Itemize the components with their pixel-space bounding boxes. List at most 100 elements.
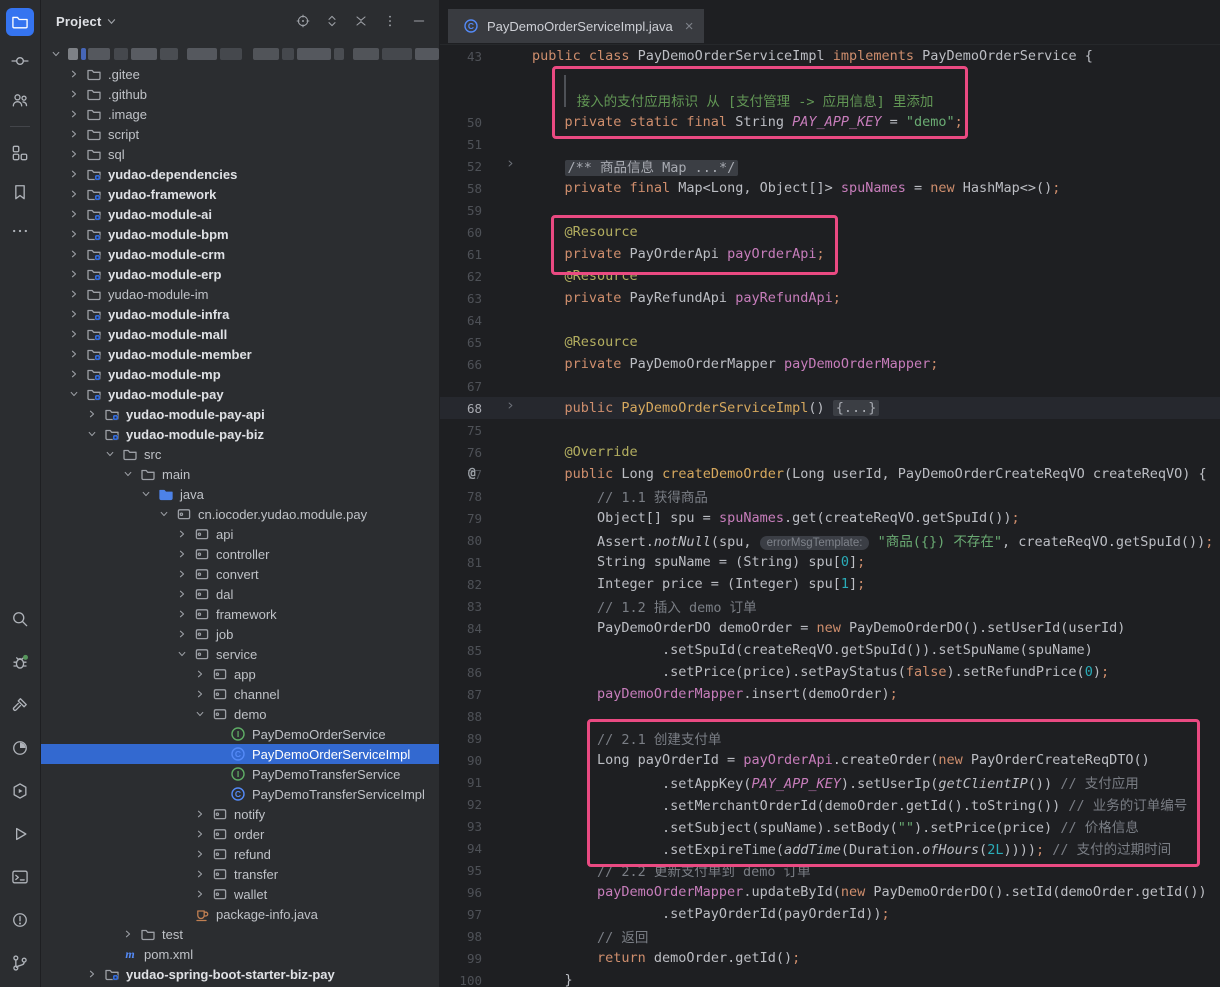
tree-item-yudao-spring-boot-starter-biz-pay[interactable]: yudao-spring-boot-starter-biz-pay xyxy=(41,964,439,984)
code-line-66[interactable]: 66private PayDemoOrderMapper payDemoOrde… xyxy=(440,353,1220,375)
code-line-100[interactable]: 100} xyxy=(440,969,1220,987)
tree-item-yudao-module-mp[interactable]: yudao-module-mp xyxy=(41,364,439,384)
tree-item-yudao-module-im[interactable]: yudao-module-im xyxy=(41,284,439,304)
chevron-right-icon[interactable] xyxy=(66,266,82,282)
code-line-75[interactable]: 75 xyxy=(440,419,1220,441)
chevron-right-icon[interactable] xyxy=(66,286,82,302)
code-line-63[interactable]: 63private PayRefundApi payRefundApi; xyxy=(440,287,1220,309)
code-line-52[interactable]: 52/** 商品信息 Map ...*/ xyxy=(440,155,1220,177)
code-line-62[interactable]: 62@Resource xyxy=(440,265,1220,287)
code-line-91[interactable]: 91.setAppKey(PAY_APP_KEY).setUserIp(getC… xyxy=(440,771,1220,793)
tree-item-controller[interactable]: controller xyxy=(41,544,439,564)
code-editor[interactable]: 43public class PayDemoOrderServiceImpl i… xyxy=(440,45,1220,987)
chevron-down-icon[interactable] xyxy=(48,46,64,62)
code-line-89[interactable]: 89// 2.1 创建支付单 xyxy=(440,727,1220,749)
collapse-all-icon[interactable] xyxy=(353,13,369,29)
tree-item-pom-xml[interactable]: mpom.xml xyxy=(41,944,439,964)
more-tools-tool-button[interactable] xyxy=(6,217,34,245)
terminal-tool-button[interactable] xyxy=(6,863,34,891)
tree-item-order[interactable]: order xyxy=(41,824,439,844)
code-line-93[interactable]: 93.setSubject(spuName).setBody("").setPr… xyxy=(440,815,1220,837)
tree-item--image[interactable]: .image xyxy=(41,104,439,124)
tree-item-paydemotransferservice[interactable]: IPayDemoTransferService xyxy=(41,764,439,784)
code-line-60[interactable]: 60@Resource xyxy=(440,221,1220,243)
tree-item-api[interactable]: api xyxy=(41,524,439,544)
tree-item-project-root[interactable] xyxy=(41,44,439,64)
tree-item-service[interactable]: service xyxy=(41,644,439,664)
chevron-right-icon[interactable] xyxy=(66,306,82,322)
code-line-81[interactable]: 81String spuName = (String) spu[0]; xyxy=(440,551,1220,573)
run-tool-button[interactable] xyxy=(6,820,34,848)
code-line-98[interactable]: 98// 返回 xyxy=(440,925,1220,947)
tree-item-notify[interactable]: notify xyxy=(41,804,439,824)
chevron-right-icon[interactable] xyxy=(66,346,82,362)
profiler-tool-button[interactable] xyxy=(6,734,34,762)
chevron-down-icon[interactable] xyxy=(120,466,136,482)
chevron-right-icon[interactable] xyxy=(84,966,100,982)
code-line-88[interactable]: 88 xyxy=(440,705,1220,727)
tree-item-channel[interactable]: channel xyxy=(41,684,439,704)
chevron-right-icon[interactable] xyxy=(66,226,82,242)
code-line-97[interactable]: 97.setPayOrderId(payOrderId)); xyxy=(440,903,1220,925)
code-line-51[interactable]: 51 xyxy=(440,133,1220,155)
more-options-icon[interactable] xyxy=(382,13,398,29)
chevron-down-icon[interactable] xyxy=(138,486,154,502)
chevron-down-icon[interactable] xyxy=(106,16,117,27)
close-icon[interactable]: × xyxy=(685,19,694,34)
code-line-65[interactable]: 65@Resource xyxy=(440,331,1220,353)
code-line[interactable] xyxy=(440,67,1220,89)
tree-item-dal[interactable]: dal xyxy=(41,584,439,604)
code-line-78[interactable]: 78// 1.1 获得商品 xyxy=(440,485,1220,507)
code-line-86[interactable]: 86.setPrice(price).setPayStatus(false).s… xyxy=(440,661,1220,683)
chevron-right-icon[interactable] xyxy=(66,166,82,182)
code-line-61[interactable]: 61private PayOrderApi payOrderApi; xyxy=(440,243,1220,265)
tree-item-yudao-dependencies[interactable]: yudao-dependencies xyxy=(41,164,439,184)
chevron-right-icon[interactable] xyxy=(66,186,82,202)
services-tool-button[interactable] xyxy=(6,777,34,805)
chevron-down-icon[interactable] xyxy=(192,706,208,722)
tree-item-yudao-module-ai[interactable]: yudao-module-ai xyxy=(41,204,439,224)
select-opened-file-icon[interactable] xyxy=(295,13,311,29)
chevron-right-icon[interactable] xyxy=(174,546,190,562)
code-line-67[interactable]: 67 xyxy=(440,375,1220,397)
commit-tool-button[interactable] xyxy=(6,47,34,75)
code-with-me-tool-button[interactable] xyxy=(6,86,34,114)
code-line-80[interactable]: 80Assert.notNull(spu, errorMsgTemplate: … xyxy=(440,529,1220,551)
tree-item-package-info-java[interactable]: package-info.java xyxy=(41,904,439,924)
tree-item-yudao-module-bpm[interactable]: yudao-module-bpm xyxy=(41,224,439,244)
tree-item-convert[interactable]: convert xyxy=(41,564,439,584)
tree-item-app[interactable]: app xyxy=(41,664,439,684)
tree-item-test[interactable]: test xyxy=(41,924,439,944)
tree-item-framework[interactable]: framework xyxy=(41,604,439,624)
tree-item-job[interactable]: job xyxy=(41,624,439,644)
editor-tab[interactable]: C PayDemoOrderServiceImpl.java × xyxy=(448,9,704,43)
tree-item-refund[interactable]: refund xyxy=(41,844,439,864)
tree-item-yudao-module-pay-biz[interactable]: yudao-module-pay-biz xyxy=(41,424,439,444)
code-line-58[interactable]: 58private final Map<Long, Object[]> spuN… xyxy=(440,177,1220,199)
code-line-50[interactable]: 50private static final String PAY_APP_KE… xyxy=(440,111,1220,133)
structure-tool-button[interactable] xyxy=(6,139,34,167)
tree-item--gitee[interactable]: .gitee xyxy=(41,64,439,84)
tree-item-yudao-framework[interactable]: yudao-framework xyxy=(41,184,439,204)
tree-item-wallet[interactable]: wallet xyxy=(41,884,439,904)
chevron-right-icon[interactable] xyxy=(66,86,82,102)
chevron-down-icon[interactable] xyxy=(66,386,82,402)
project-tool-button[interactable] xyxy=(6,8,34,36)
code-line-87[interactable]: 87payDemoOrderMapper.insert(demoOrder); xyxy=(440,683,1220,705)
chevron-down-icon[interactable] xyxy=(174,646,190,662)
code-line-82[interactable]: 82Integer price = (Integer) spu[1]; xyxy=(440,573,1220,595)
chevron-right-icon[interactable] xyxy=(174,606,190,622)
tree-item-transfer[interactable]: transfer xyxy=(41,864,439,884)
tree-item-main[interactable]: main xyxy=(41,464,439,484)
tree-item-yudao-module-erp[interactable]: yudao-module-erp xyxy=(41,264,439,284)
chevron-right-icon[interactable] xyxy=(192,886,208,902)
chevron-right-icon[interactable] xyxy=(192,826,208,842)
hide-panel-icon[interactable] xyxy=(411,13,427,29)
tree-item--github[interactable]: .github xyxy=(41,84,439,104)
code-line-64[interactable]: 64 xyxy=(440,309,1220,331)
debug-tool-button[interactable] xyxy=(6,648,34,676)
chevron-right-icon[interactable] xyxy=(66,146,82,162)
tree-item-yudao-module-member[interactable]: yudao-module-member xyxy=(41,344,439,364)
code-line-95[interactable]: 95// 2.2 更新支付单到 demo 订单 xyxy=(440,859,1220,881)
tree-item-sql[interactable]: sql xyxy=(41,144,439,164)
